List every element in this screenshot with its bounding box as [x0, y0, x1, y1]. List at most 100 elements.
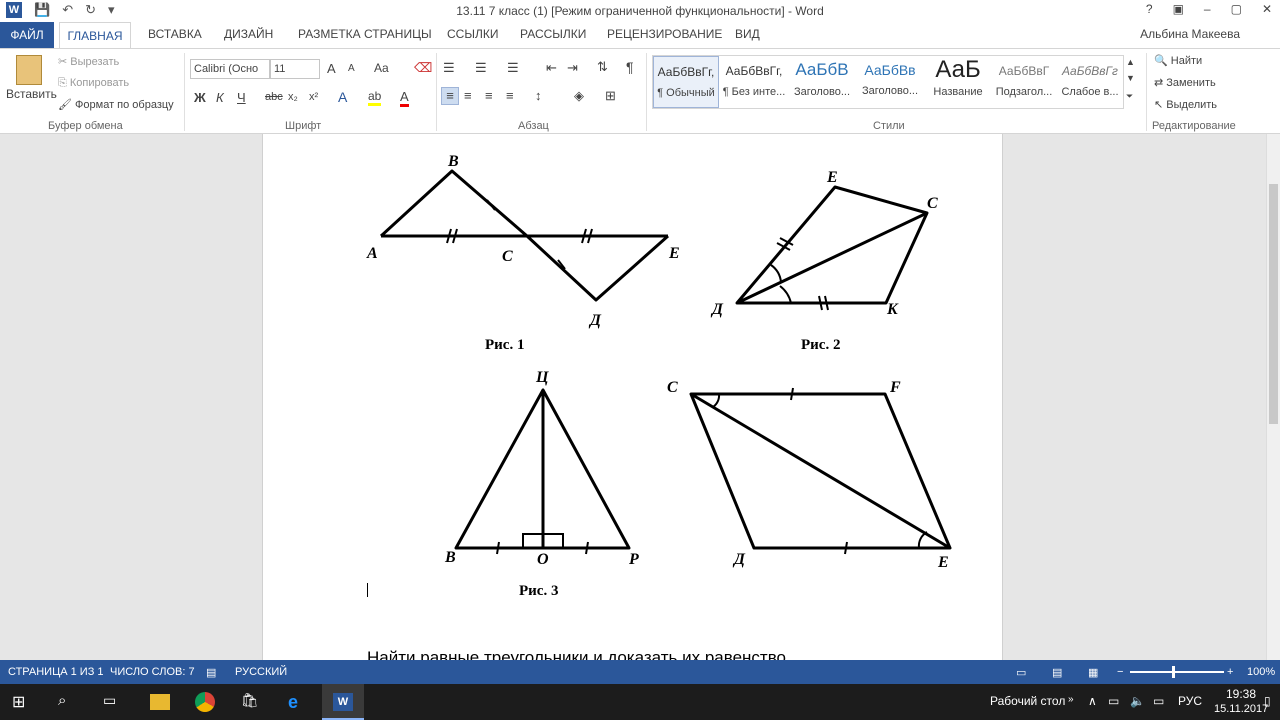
font-color-icon[interactable]: A: [400, 89, 409, 107]
tab-home[interactable]: ГЛАВНАЯ: [59, 22, 131, 49]
styles-scroll-down-icon[interactable]: ▼: [1126, 73, 1135, 83]
strikethrough-button[interactable]: abc: [265, 91, 283, 103]
chrome-icon[interactable]: [195, 692, 215, 712]
proofing-icon[interactable]: ▤: [206, 666, 216, 679]
underline-button[interactable]: Ч: [237, 90, 246, 105]
close-button[interactable]: ✕: [1262, 2, 1272, 16]
desktop-toolbar[interactable]: Рабочий стол: [990, 694, 1065, 708]
sort-icon[interactable]: ⇅: [597, 59, 608, 75]
zoom-out-button[interactable]: −: [1117, 666, 1123, 678]
cut-button[interactable]: ✂ Вырезать: [58, 55, 119, 68]
decrease-indent-icon[interactable]: ⇤: [546, 60, 557, 76]
numbering-icon[interactable]: ☰: [475, 60, 487, 76]
text-effects-icon[interactable]: A: [338, 89, 347, 105]
edge-icon[interactable]: e: [288, 692, 308, 712]
web-layout-icon[interactable]: ▦: [1088, 666, 1098, 679]
style-heading-1[interactable]: АаБбВ Заголово...: [789, 56, 855, 108]
clock-time[interactable]: 19:38: [1226, 687, 1256, 701]
fig2-label-d: Д: [710, 301, 724, 318]
font-size-field[interactable]: 11: [270, 59, 320, 79]
shrink-font-button[interactable]: A: [348, 63, 355, 74]
tab-mailings[interactable]: РАССЫЛКИ: [520, 27, 586, 41]
align-center-icon[interactable]: ≡: [464, 88, 472, 103]
clipboard-group-label: Буфер обмена: [48, 120, 123, 132]
pilcrow-button[interactable]: ¶: [626, 59, 634, 75]
tab-file[interactable]: ФАЙЛ: [0, 22, 54, 48]
toolbar-expand-icon[interactable]: »: [1068, 694, 1074, 705]
italic-button[interactable]: К: [216, 90, 224, 105]
read-mode-icon[interactable]: ▭: [1016, 666, 1026, 679]
styles-more-icon[interactable]: ⏷: [1126, 91, 1133, 102]
highlight-icon[interactable]: ab: [368, 89, 382, 106]
ribbon-display-button[interactable]: ▣: [1173, 2, 1184, 16]
tab-insert[interactable]: ВСТАВКА: [148, 27, 202, 41]
superscript-button[interactable]: x²: [309, 91, 318, 103]
align-left-icon[interactable]: ≡: [441, 87, 459, 105]
subscript-button[interactable]: x₂: [288, 91, 298, 103]
style-no-spacing[interactable]: АаБбВвГг, ¶ Без инте...: [721, 56, 787, 108]
grow-font-button[interactable]: A: [327, 61, 336, 76]
zoom-in-button[interactable]: +: [1227, 666, 1233, 678]
document-page[interactable]: A B C Д E E C Д K Ц B O P C F Д E Рис. 1…: [262, 134, 1003, 660]
print-layout-icon[interactable]: ▤: [1052, 666, 1062, 679]
start-icon[interactable]: ⊞: [12, 692, 32, 712]
help-button[interactable]: ?: [1146, 2, 1153, 16]
word-taskbar-button[interactable]: W: [322, 684, 364, 720]
store-icon[interactable]: 🛍: [241, 692, 261, 712]
increase-indent-icon[interactable]: ⇥: [567, 60, 578, 76]
task-view-icon[interactable]: ▭: [103, 692, 123, 712]
shading-icon[interactable]: ◈: [574, 88, 584, 104]
copy-label: Копировать: [69, 77, 130, 89]
style-title[interactable]: АаБ Название: [925, 56, 991, 108]
maximize-button[interactable]: ▢: [1231, 2, 1242, 16]
zoom-slider-thumb[interactable]: [1172, 666, 1175, 678]
borders-icon[interactable]: ⊞: [605, 88, 616, 104]
user-name[interactable]: Альбина Макеева: [1140, 27, 1240, 41]
zoom-slider[interactable]: [1130, 671, 1224, 673]
file-explorer-icon[interactable]: [150, 694, 170, 710]
bullets-icon[interactable]: ☰: [443, 60, 455, 76]
change-case-button[interactable]: Aa: [374, 61, 389, 75]
tab-design[interactable]: ДИЗАЙН: [224, 27, 273, 41]
bold-button[interactable]: Ж: [194, 90, 206, 105]
clear-format-icon[interactable]: ⌫: [414, 60, 432, 76]
tab-references[interactable]: ССЫЛКИ: [447, 27, 498, 41]
network-icon[interactable]: ▭: [1108, 694, 1119, 708]
select-button[interactable]: ↖ Выделить: [1154, 98, 1217, 111]
clock-date[interactable]: 15.11.2017: [1214, 703, 1268, 715]
format-painter-button[interactable]: 🖌 Формат по образцу: [58, 98, 174, 111]
paste-icon[interactable]: [16, 55, 42, 85]
zoom-level[interactable]: 100%: [1247, 666, 1275, 678]
tab-review[interactable]: РЕЦЕНЗИРОВАНИЕ: [607, 27, 722, 41]
tab-view[interactable]: ВИД: [735, 27, 760, 41]
find-label: Найти: [1170, 55, 1203, 67]
align-right-icon[interactable]: ≡: [485, 88, 493, 103]
line-spacing-icon[interactable]: ↕: [535, 88, 542, 103]
document-text[interactable]: Найти равные треугольники и доказать их …: [367, 648, 786, 660]
tray-chevron-icon[interactable]: ∧: [1088, 694, 1097, 708]
tab-layout[interactable]: РАЗМЕТКА СТРАНИЦЫ: [298, 27, 432, 41]
scrollbar-thumb[interactable]: [1269, 184, 1278, 424]
style-subtitle[interactable]: АаБбВвГ Подзагол...: [991, 56, 1057, 108]
styles-scroll-up-icon[interactable]: ▲: [1126, 57, 1135, 67]
paste-button[interactable]: Вставить: [6, 87, 57, 101]
font-name-field[interactable]: Calibri (Осно: [190, 59, 270, 79]
find-button[interactable]: 🔍 Найти: [1154, 54, 1202, 67]
vertical-scrollbar[interactable]: [1266, 134, 1280, 660]
justify-icon[interactable]: ≡: [506, 88, 514, 103]
style-normal[interactable]: АаБбВвГг, ¶ Обычный: [653, 56, 719, 108]
search-icon[interactable]: ⌕: [58, 692, 78, 712]
copy-button[interactable]: ⎘ Копировать: [58, 77, 129, 90]
style-heading-2[interactable]: АаБбВв Заголово...: [857, 56, 923, 108]
language-indicator[interactable]: РУССКИЙ: [235, 666, 287, 678]
multilevel-icon[interactable]: ☰: [507, 60, 519, 76]
input-language[interactable]: РУС: [1178, 694, 1202, 708]
volume-icon[interactable]: 🔈: [1130, 694, 1145, 708]
page-count[interactable]: СТРАНИЦА 1 ИЗ 1: [8, 666, 104, 678]
replace-button[interactable]: ⇄ Заменить: [1154, 76, 1216, 89]
notification-message-icon[interactable]: ▭: [1153, 694, 1164, 708]
word-count[interactable]: ЧИСЛО СЛОВ: 7: [110, 666, 195, 678]
action-center-icon[interactable]: ▯: [1264, 694, 1271, 708]
minimize-button[interactable]: –: [1204, 2, 1211, 16]
style-subtle-emphasis[interactable]: АаБбВвГг Слабое в...: [1057, 56, 1123, 108]
